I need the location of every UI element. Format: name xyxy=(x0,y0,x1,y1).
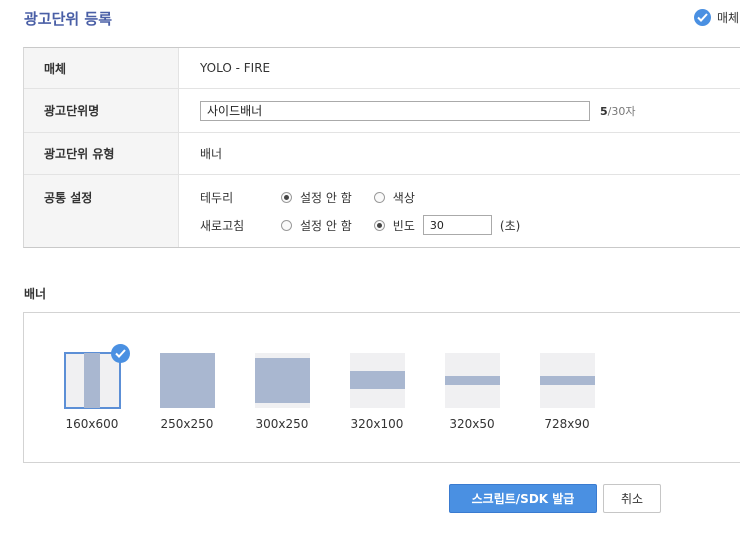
size-thumb[interactable] xyxy=(159,353,215,408)
border-color-label: 색상 xyxy=(392,190,415,205)
size-option-160x600[interactable]: 160x600 xyxy=(63,344,130,431)
unit-name-label: 광고단위명 xyxy=(24,89,179,132)
top-right-media[interactable]: 매체 xyxy=(694,9,739,26)
size-thumb[interactable] xyxy=(63,344,130,409)
size-thumb-fill xyxy=(444,376,500,385)
media-value: YOLO - FIRE xyxy=(200,61,271,75)
issue-script-sdk-button[interactable]: 스크립트/SDK 발급 xyxy=(449,484,597,513)
banner-size-picker: 160x600 250x250 300x250 320x100 320x50 7… xyxy=(23,312,740,463)
border-setting: 테두리 설정 안 함 색상 xyxy=(200,183,437,211)
refresh-frequency-label: 빈도 xyxy=(392,218,415,233)
size-thumb[interactable] xyxy=(254,353,310,408)
border-label: 테두리 xyxy=(200,190,234,205)
unit-name-row: 광고단위명 5/30자 xyxy=(24,89,740,133)
refresh-setting: 새로고침 설정 안 함 빈도 (초) xyxy=(200,211,520,239)
size-option-300x250[interactable]: 300x250 xyxy=(254,353,310,431)
size-label: 160x600 xyxy=(65,417,119,431)
size-thumb[interactable] xyxy=(349,353,405,408)
page-title: 광고단위 등록 xyxy=(24,10,113,28)
radio-selected-icon[interactable] xyxy=(373,219,385,231)
media-row: 매체 YOLO - FIRE xyxy=(24,48,740,89)
size-thumb[interactable] xyxy=(539,353,595,408)
border-color-radio[interactable]: 색상 xyxy=(373,189,415,206)
refresh-frequency-radio[interactable]: 빈도 xyxy=(373,217,415,234)
common-settings-row: 공통 설정 테두리 설정 안 함 색상 새로고침 설정 안 함 빈도 30 (초… xyxy=(24,175,740,247)
size-label: 320x100 xyxy=(350,417,404,431)
refresh-none-radio[interactable]: 설정 안 함 xyxy=(281,217,352,234)
radio-selected-icon[interactable] xyxy=(281,191,292,203)
refresh-label: 새로고침 xyxy=(200,218,245,233)
refresh-unit: (초) xyxy=(499,218,521,233)
char-counter: 5/30자 xyxy=(600,103,635,119)
size-option-320x100[interactable]: 320x100 xyxy=(349,353,405,431)
size-option-320x50[interactable]: 320x50 xyxy=(444,353,500,431)
refresh-none-label: 설정 안 함 xyxy=(300,218,352,233)
unit-type-label: 광고단위 유형 xyxy=(24,133,179,174)
refresh-frequency-input[interactable] xyxy=(422,215,492,235)
radio-icon[interactable] xyxy=(281,219,292,231)
size-label: 300x250 xyxy=(255,417,309,431)
unit-name-input[interactable] xyxy=(200,100,590,121)
cancel-button[interactable]: 취소 xyxy=(603,484,661,513)
size-label: 728x90 xyxy=(544,417,590,431)
media-label: 매체 xyxy=(24,48,179,88)
size-thumb[interactable] xyxy=(444,353,500,408)
radio-icon[interactable] xyxy=(373,191,385,203)
ad-unit-form: 매체 YOLO - FIRE 광고단위명 5/30자 광고단위 유형 배너 공통… xyxy=(23,47,740,248)
char-count: 5 xyxy=(600,104,608,118)
size-thumb-fill xyxy=(349,371,405,389)
char-max: /30자 xyxy=(607,104,636,118)
size-option-250x250[interactable]: 250x250 xyxy=(159,353,215,431)
size-thumb-fill xyxy=(83,353,100,408)
unit-type-row: 광고단위 유형 배너 xyxy=(24,133,740,175)
common-settings-label: 공통 설정 xyxy=(24,175,179,247)
top-right-label: 매체 xyxy=(717,11,740,25)
border-none-radio[interactable]: 설정 안 함 xyxy=(281,189,352,206)
size-thumb-fill xyxy=(539,376,595,385)
check-circle-icon xyxy=(694,9,711,26)
size-label: 320x50 xyxy=(449,417,495,431)
size-label: 250x250 xyxy=(160,417,214,431)
size-thumb-fill xyxy=(159,353,215,408)
banner-section-title: 배너 xyxy=(24,287,47,301)
border-none-label: 설정 안 함 xyxy=(300,190,352,205)
size-option-728x90[interactable]: 728x90 xyxy=(539,353,595,431)
size-thumb-fill xyxy=(254,358,310,403)
unit-type-value: 배너 xyxy=(200,147,223,161)
selected-check-icon xyxy=(110,344,130,363)
